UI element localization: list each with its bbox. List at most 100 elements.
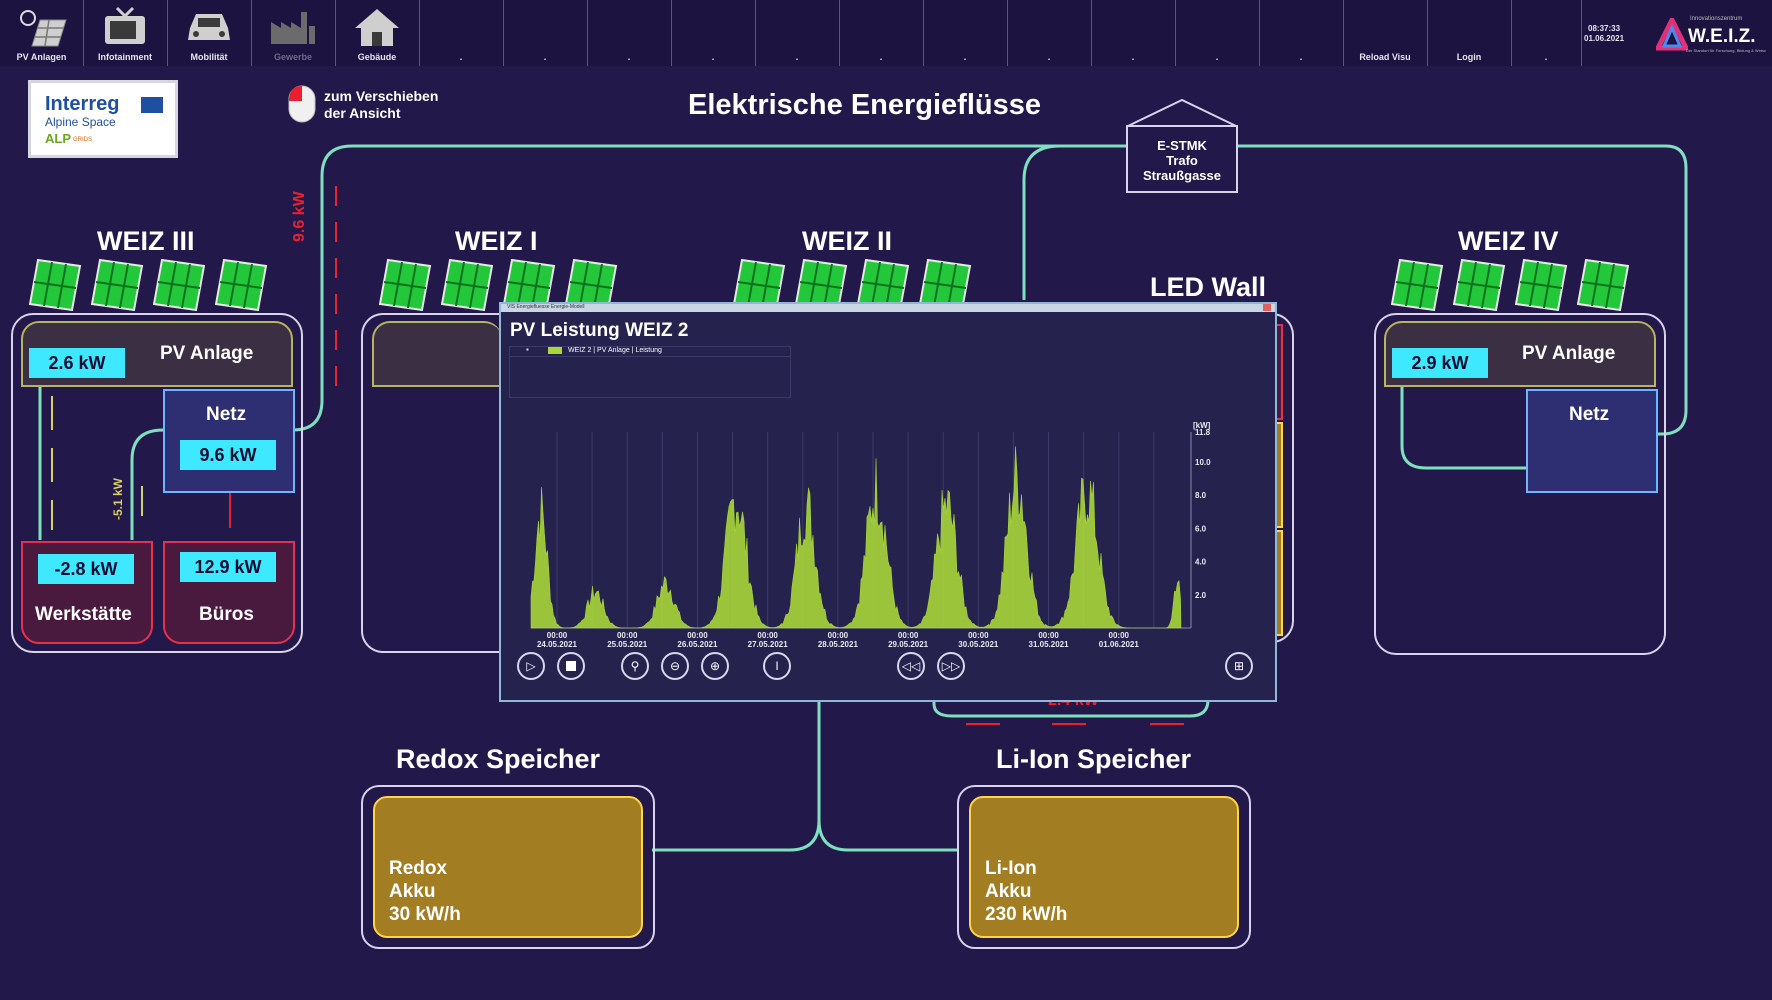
chart-x-tick-label: 00:00 bbox=[687, 631, 708, 640]
werk-label: Werkstätte bbox=[35, 604, 132, 625]
flow-label-grid: 9.6 kW bbox=[291, 191, 308, 242]
trafo-label: E-STMK Trafo Straußgasse bbox=[1128, 138, 1236, 183]
liion-title: Li-Ion Speicher bbox=[996, 744, 1192, 774]
zoom-fit-button[interactable]: ⚲ bbox=[621, 652, 649, 680]
flow-line-redox bbox=[652, 698, 821, 852]
solar-panel-icon bbox=[441, 259, 493, 311]
mouse-hint-line1: zum Verschieben bbox=[324, 88, 439, 104]
pv-value-weiz4: 2.9 kW bbox=[1392, 348, 1488, 378]
popup-title: PV Leistung WEIZ 2 bbox=[510, 320, 689, 341]
legend-swatch bbox=[548, 347, 562, 354]
zoom-in-button[interactable]: ⊕ bbox=[701, 652, 729, 680]
forward-icon: ▷▷ bbox=[941, 659, 961, 673]
chart-x-tick-label: 26.05.2021 bbox=[677, 640, 718, 649]
site-title-weiz1: WEIZ I bbox=[455, 226, 538, 256]
site-title-weiz3: WEIZ III bbox=[97, 226, 195, 256]
rewind-icon: ◁◁ bbox=[901, 659, 921, 673]
chart-x-tick-label: 00:00 bbox=[1038, 631, 1059, 640]
redox-akku-box[interactable]: Redox Akku 30 kW/h bbox=[373, 796, 643, 938]
zoom-fit-icon: ⚲ bbox=[630, 659, 640, 673]
rewind-button[interactable]: ◁◁ bbox=[897, 652, 925, 680]
popup-titlebar[interactable]: VIS Energiefluesse Energie-Modell bbox=[501, 304, 1275, 312]
solar-panel-icon bbox=[153, 259, 205, 311]
trafo-line1: E-STMK bbox=[1157, 138, 1207, 153]
site-title-weiz2: WEIZ II bbox=[802, 226, 892, 256]
chart-x-tick-label: 28.05.2021 bbox=[818, 640, 859, 649]
trafo-line3: Straußgasse bbox=[1142, 168, 1222, 183]
cursor-button[interactable]: I bbox=[763, 652, 791, 680]
liion-line3: 230 kW/h bbox=[985, 904, 1068, 925]
chart-y-axis-label: [kW] bbox=[1193, 421, 1211, 430]
solar-panel-icon bbox=[1577, 259, 1629, 311]
mouse-icon bbox=[288, 85, 316, 123]
interreg-logo: Interreg Alpine Space ALP GRIDS bbox=[28, 80, 178, 158]
liion-line1: Li-Ion bbox=[985, 858, 1037, 879]
pv-label-weiz4: PV Anlage bbox=[1522, 343, 1616, 364]
zoom-out-button[interactable]: ⊖ bbox=[661, 652, 689, 680]
netz-label-weiz4: Netz bbox=[1569, 404, 1610, 425]
chart-x-tick-label: 27.05.2021 bbox=[748, 640, 789, 649]
pv-value-weiz3: 2.6 kW bbox=[29, 348, 125, 378]
redox-line1: Redox bbox=[389, 858, 448, 879]
chart-x-tick-label: 00:00 bbox=[757, 631, 778, 640]
chart-y-tick-label: 10.0 bbox=[1195, 458, 1211, 467]
zoom-out-icon: ⊖ bbox=[669, 659, 681, 673]
chart-y-tick-label: 6.0 bbox=[1195, 524, 1207, 533]
chart-legend: ▪ WEIZ 2 | PV Anlage | Leistung bbox=[509, 345, 791, 398]
play-button[interactable]: ▷ bbox=[517, 652, 545, 680]
chart-y-tick-label: 8.0 bbox=[1195, 491, 1207, 500]
werk-value: -2.8 kW bbox=[38, 554, 134, 584]
zoom-in-icon: ⊕ bbox=[709, 659, 721, 673]
popup-caption: VIS Energiefluesse Energie-Modell bbox=[507, 304, 585, 310]
chart-x-tick-label: 30.05.2021 bbox=[958, 640, 999, 649]
solar-panel-icon bbox=[1391, 259, 1443, 311]
redox-line2: Akku bbox=[389, 881, 436, 902]
solar-panel-icon bbox=[215, 259, 267, 311]
solar-panel-icon bbox=[29, 259, 81, 311]
chart-y-tick-label: 2.0 bbox=[1195, 591, 1207, 600]
netz-label-weiz3: Netz bbox=[206, 404, 247, 425]
export-button[interactable]: ⊞ bbox=[1225, 652, 1253, 680]
pv-power-chart[interactable]: 2.04.06.08.010.011.8[kW]00:0024.05.20210… bbox=[501, 412, 1271, 658]
redox-line3: 30 kW/h bbox=[389, 904, 461, 925]
solar-panel-icon bbox=[91, 259, 143, 311]
stop-icon bbox=[566, 661, 576, 671]
cursor-icon: I bbox=[775, 659, 779, 673]
chart-x-tick-label: 00:00 bbox=[828, 631, 849, 640]
chart-x-tick-label: 24.05.2021 bbox=[537, 640, 578, 649]
chart-x-tick-label: 00:00 bbox=[898, 631, 919, 640]
pv-anlage-weiz1[interactable] bbox=[372, 321, 502, 387]
legend-marker: ▪ bbox=[526, 345, 529, 354]
chart-x-tick-label: 00:00 bbox=[968, 631, 989, 640]
bueros-label: Büros bbox=[199, 604, 254, 625]
logo-line2: Alpine Space bbox=[45, 115, 116, 129]
logo-line4: GRIDS bbox=[73, 137, 93, 143]
trafo-line2: Trafo bbox=[1166, 153, 1198, 168]
chart-x-tick-label: 00:00 bbox=[617, 631, 638, 640]
netz-value-weiz3: 9.6 kW bbox=[180, 440, 276, 470]
liion-akku-text: Li-Ion Akku 230 kW/h bbox=[985, 857, 1067, 926]
mouse-hint: zum Verschieben der Ansicht bbox=[324, 88, 438, 122]
chart-popup-window[interactable]: VIS Energiefluesse Energie-Modell PV Lei… bbox=[499, 302, 1277, 702]
chart-x-tick-label: 29.05.2021 bbox=[888, 640, 929, 649]
solar-panel-icon bbox=[1515, 259, 1567, 311]
forward-button[interactable]: ▷▷ bbox=[937, 652, 965, 680]
solar-panel-icon bbox=[1453, 259, 1505, 311]
pv-label-weiz3: PV Anlage bbox=[160, 343, 254, 364]
chart-x-tick-label: 00:00 bbox=[547, 631, 568, 640]
redox-akku-text: Redox Akku 30 kW/h bbox=[389, 857, 461, 926]
liion-line2: Akku bbox=[985, 881, 1032, 902]
close-icon[interactable] bbox=[1263, 304, 1271, 311]
play-icon: ▷ bbox=[526, 659, 536, 673]
logo-line3: ALP bbox=[45, 131, 71, 146]
stop-button[interactable] bbox=[557, 652, 585, 680]
redox-title: Redox Speicher bbox=[396, 744, 601, 774]
chart-x-tick-label: 25.05.2021 bbox=[607, 640, 648, 649]
solar-panel-icon bbox=[379, 259, 431, 311]
legend-row[interactable]: ▪ WEIZ 2 | PV Anlage | Leistung bbox=[510, 345, 790, 357]
export-icon: ⊞ bbox=[1233, 659, 1245, 673]
liion-akku-box[interactable]: Li-Ion Akku 230 kW/h bbox=[969, 796, 1239, 938]
chart-y-tick-label: 4.0 bbox=[1195, 558, 1207, 567]
bueros-value: 12.9 kW bbox=[180, 552, 276, 582]
mouse-hint-line2: der Ansicht bbox=[324, 105, 401, 121]
